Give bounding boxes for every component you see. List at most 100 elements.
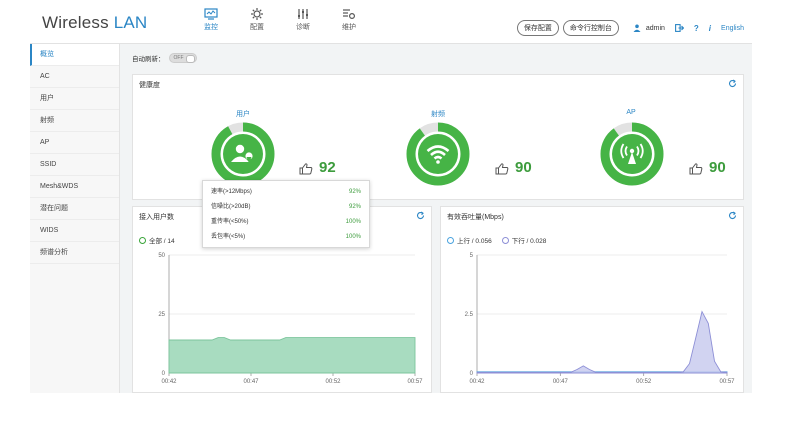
sidebar-item-radio[interactable]: 射频 (30, 110, 119, 132)
y-tick-label: 50 (158, 253, 165, 259)
y-tick-label: 2.5 (465, 312, 474, 318)
help-icon[interactable]: ? (694, 24, 699, 33)
sidebar-item-spectrum[interactable]: 频谱分析 (30, 242, 119, 264)
x-tick-label: 00:47 (553, 379, 569, 385)
auto-refresh: 自动刷新： OFF (132, 53, 197, 63)
x-tick-label: 00:57 (719, 379, 735, 385)
user-name[interactable]: admin (646, 25, 665, 32)
refresh-icon[interactable] (416, 211, 425, 220)
sidebar-item-users[interactable]: 用户 (30, 88, 119, 110)
header-actions: 保存配置 命令行控制台 admin ? i English (516, 20, 744, 36)
refresh-icon[interactable] (728, 211, 737, 220)
legend-down[interactable]: 下行 / 0.028 (501, 235, 547, 245)
gauge-radio: 射频 90 (369, 97, 569, 197)
y-tick-label: 0 (162, 371, 166, 377)
tooltip-row-value: 100% (345, 234, 361, 240)
series-area-1 (168, 337, 416, 374)
thumbs-up-icon (299, 163, 313, 175)
throughput-legend: 上行 / 0.056 下行 / 0.028 (447, 235, 556, 245)
brand-logo: Wireless LAN (42, 13, 147, 33)
auto-refresh-toggle[interactable]: OFF (168, 53, 197, 63)
nav-maintenance-label: 维护 (342, 24, 356, 31)
tooltip-row-label: 丢包率(<5%) (211, 234, 246, 240)
gauge-users-score: 92 (319, 159, 336, 176)
save-config-button[interactable]: 保存配置 (516, 20, 559, 36)
nav-maintenance[interactable]: 维护 (326, 8, 372, 32)
ap-antenna-icon (620, 143, 644, 164)
sidebar-item-ac[interactable]: AC (30, 66, 119, 88)
throughput-panel-title: 有效吞吐量(Mbps) (447, 214, 504, 221)
thumbs-up-icon (689, 163, 703, 175)
sidebar-item-mesh-wds[interactable]: Mesh&WDS (30, 176, 119, 198)
x-tick-label: 00:42 (161, 379, 177, 385)
user-icon (633, 24, 641, 32)
legend-all[interactable]: 全部 / 14 (139, 235, 175, 245)
nav-diagnose[interactable]: 诊断 (280, 8, 326, 32)
gauge-ap: AP 90 (563, 97, 752, 197)
logout-icon[interactable] (674, 24, 684, 32)
nav-diagnose-label: 诊断 (296, 24, 310, 31)
gauge-radio-score: 90 (515, 159, 532, 176)
tooltip-row: 丢包率(<5%) 100% (211, 230, 361, 245)
legend-all-label: 全部 / 14 (149, 238, 175, 245)
gauge-radio-label: 射频 (431, 111, 445, 118)
legend-up[interactable]: 上行 / 0.056 (447, 235, 492, 245)
sidebar-item-overview[interactable]: 概览 (30, 44, 119, 66)
sidebar: 概览 AC 用户 射频 AP SSID Mesh&WDS 潜在问题 WIDS 频… (30, 44, 120, 393)
tooltip-row: 速率(>12Mbps) 92% (211, 185, 361, 200)
brand-prefix: Wireless (42, 13, 114, 32)
tooltip-row-label: 信噪比(>20dB) (211, 204, 251, 210)
nav-config-label: 配置 (250, 24, 264, 31)
sidebar-item-ap[interactable]: AP (30, 132, 119, 154)
users-health-tooltip: 速率(>12Mbps) 92% 信噪比(>20dB) 92% 重传率(<50%) 10… (202, 180, 370, 248)
auto-refresh-label: 自动刷新： (132, 56, 165, 63)
legend-down-label: 下行 / 0.028 (511, 238, 547, 245)
users-panel-title: 接入用户数 (139, 214, 174, 221)
sidebar-item-potential-issues[interactable]: 潜在问题 (30, 198, 119, 220)
top-header: Wireless LAN 监控 配置 诊断 维护 保存配置 命令行控制台 adm… (30, 0, 752, 44)
users-legend[interactable]: 全部 / 14 (139, 235, 185, 245)
series-area-2 (476, 310, 728, 374)
language-switch[interactable]: English (721, 25, 744, 32)
main-nav: 监控 配置 诊断 维护 (188, 8, 372, 32)
throughput-chart[interactable]: 5 2.5 0 00:42 00:47 00:52 00:57 (441, 247, 745, 393)
tooltip-row: 信噪比(>20dB) 92% (211, 200, 361, 215)
sidebar-item-ssid[interactable]: SSID (30, 154, 119, 176)
x-tick-label: 00:52 (325, 379, 341, 385)
info-icon[interactable]: i (709, 24, 711, 33)
sidebar-item-wids[interactable]: WIDS (30, 220, 119, 242)
health-title: 健康度 (139, 82, 160, 89)
x-tick-label: 00:47 (243, 379, 259, 385)
x-tick-label: 00:42 (469, 379, 485, 385)
tooltip-row-label: 重传率(<50%) (211, 219, 249, 225)
monitor-icon (204, 8, 218, 20)
y-tick-label: 5 (470, 253, 474, 259)
legend-up-marker (447, 236, 454, 244)
maintenance-icon (343, 9, 356, 20)
gauge-ap-score: 90 (709, 159, 726, 176)
y-tick-label: 0 (470, 371, 474, 377)
app-window: Wireless LAN 监控 配置 诊断 维护 保存配置 命令行控制台 adm… (30, 0, 752, 393)
legend-up-label: 上行 / 0.056 (457, 238, 492, 245)
gauge-ap-label: AP (626, 109, 636, 116)
gear-icon (251, 8, 263, 20)
throughput-panel: 有效吞吐量(Mbps) 上行 / 0.056 下行 / 0.028 5 2.5 0 0… (440, 206, 744, 393)
x-tick-label: 00:52 (636, 379, 652, 385)
nav-monitor[interactable]: 监控 (188, 8, 234, 32)
tooltip-row: 重传率(<50%) 100% (211, 215, 361, 230)
thumbs-up-icon (495, 163, 509, 175)
nav-monitor-label: 监控 (204, 24, 218, 31)
wifi-icon (426, 145, 450, 164)
users-icon (231, 144, 253, 163)
gauge-users-label: 用户 (236, 111, 250, 118)
tooltip-row-value: 92% (348, 189, 361, 195)
users-chart[interactable]: 50 25 0 00:42 00:47 00:52 00:57 (133, 247, 433, 393)
tooltip-row-label: 速率(>12Mbps) (211, 189, 252, 195)
y-tick-label: 25 (158, 312, 165, 318)
cli-console-button[interactable]: 命令行控制台 (562, 20, 619, 36)
legend-all-marker (139, 236, 146, 244)
nav-config[interactable]: 配置 (234, 8, 280, 32)
x-tick-label: 00:57 (407, 379, 423, 385)
refresh-icon[interactable] (728, 79, 737, 88)
legend-down-marker (501, 236, 509, 244)
